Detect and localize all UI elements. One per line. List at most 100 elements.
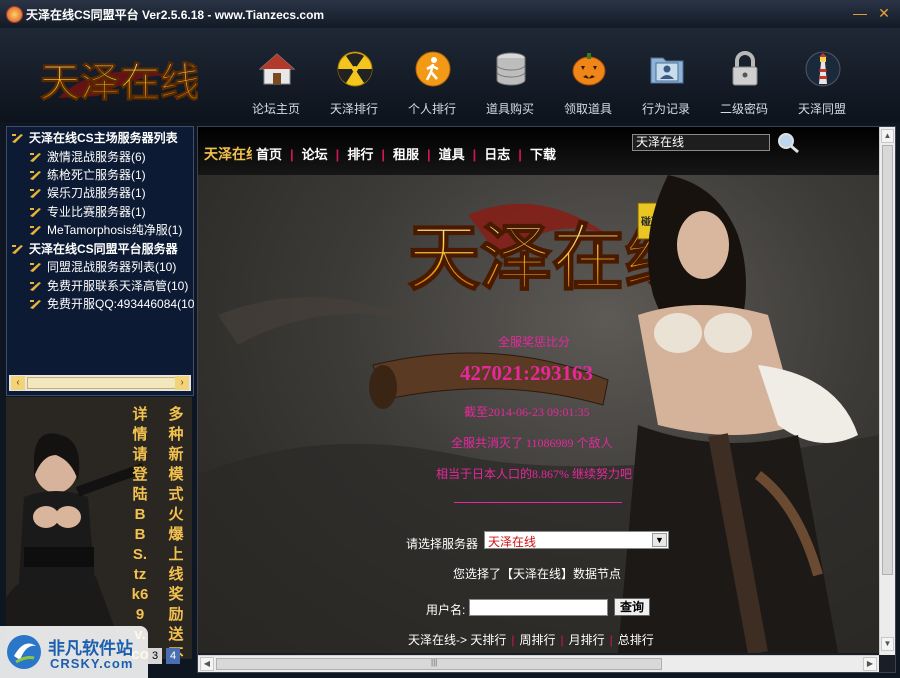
tree-item-label: 专业比赛服务器(1)	[47, 205, 146, 219]
main-horizontal-scrollbar[interactable]: ◀ ||| ▶	[198, 655, 879, 672]
link-separator: |	[609, 633, 613, 647]
toolbar-label: 行为记录	[641, 102, 690, 116]
promo-soldier-illustration	[6, 397, 192, 659]
person-walking-icon	[415, 51, 451, 87]
main-vertical-scrollbar[interactable]: ▲ ▼	[879, 127, 895, 655]
tree-group-alliance-servers[interactable]: 天泽在线CS同盟平台服务器	[11, 240, 178, 258]
site-navbar: 天泽在线 首页 | 论坛 | 排行 | 租服 | 道具 | 日志 | 下载 天泽在线	[198, 127, 879, 175]
rifle-icon	[30, 171, 41, 180]
nav-home[interactable]: 首页	[256, 147, 282, 162]
scroll-thumb[interactable]	[27, 377, 177, 389]
search-icon[interactable]	[776, 132, 800, 154]
page-3-button[interactable]: 3	[148, 648, 162, 664]
rifle-icon	[30, 263, 41, 272]
tree-item-label: 免费开服联系天泽高管(10)	[47, 279, 189, 293]
lighthouse-icon	[805, 51, 841, 87]
tianze-ranking-button[interactable]: 天泽排行	[318, 48, 390, 128]
ranking-prefix: 天泽在线->	[408, 633, 468, 647]
tree-group-main-servers[interactable]: 天泽在线CS主场服务器列表	[11, 129, 178, 147]
link-separator: |	[560, 633, 564, 647]
chevron-down-icon[interactable]: ▼	[652, 533, 667, 547]
rifle-icon	[30, 208, 41, 217]
search-input[interactable]: 天泽在线	[632, 134, 770, 151]
toolbar-label: 个人排行	[407, 102, 456, 116]
secondary-password-button[interactable]: 二级密码	[708, 48, 780, 128]
tree-item-free-hosting-contact[interactable]: 免费开服联系天泽高管(10)	[29, 277, 188, 295]
nav-separator: |	[426, 147, 431, 162]
database-icon	[496, 52, 526, 86]
nav-separator: |	[290, 147, 294, 162]
watermark-subtitle: CRSKY.com	[50, 656, 134, 671]
ratio-label: 全服奖惩比分	[498, 335, 571, 349]
toolbar-label: 论坛主页	[251, 102, 300, 116]
tree-item-label: 天泽在线CS主场服务器列表	[29, 131, 178, 145]
total-ranking-link[interactable]: 总排行	[618, 633, 654, 647]
nav-items[interactable]: 道具	[439, 147, 465, 162]
toolbar-label: 道具购买	[485, 102, 534, 116]
population-equivalent: 相当于日本人口的8.867% 继续努力吧	[436, 467, 632, 481]
tree-item-deathmatch[interactable]: 练枪死亡服务器(1)	[29, 166, 146, 184]
monthly-ranking-link[interactable]: 月排行	[569, 633, 605, 647]
divider-line	[454, 502, 622, 503]
toolbar-label: 二级密码	[719, 102, 768, 116]
close-button[interactable]: ✕	[876, 6, 892, 20]
user-folder-icon	[650, 57, 684, 84]
nav-download[interactable]: 下载	[530, 147, 556, 162]
tree-item-alliance-list[interactable]: 同盟混战服务器列表(10)	[29, 258, 176, 276]
server-tree: 天泽在线CS主场服务器列表 激情混战服务器(6) 练枪死亡服务器(1) 娱乐刀战…	[6, 126, 194, 396]
page-4-button[interactable]: 4	[166, 648, 180, 664]
title-bar: 天泽在线CS同盟平台 Ver2.5.6.18 - www.Tianzecs.co…	[0, 0, 900, 28]
lock-icon	[732, 51, 758, 86]
daily-ranking-link[interactable]: 天排行	[470, 633, 506, 647]
tree-item-pro-match[interactable]: 专业比赛服务器(1)	[29, 203, 146, 221]
selected-node-text: 您选择了【天泽在线】数据节点	[453, 567, 622, 581]
tree-item-label: MeTamorphosis纯净服(1)	[47, 223, 183, 237]
vertical-scroll-thumb[interactable]	[882, 145, 893, 575]
scroll-down-button[interactable]: ▼	[881, 637, 894, 651]
scroll-right-button[interactable]: ▶	[863, 657, 877, 671]
forum-home-button[interactable]: 论坛主页	[240, 48, 312, 128]
tree-item-label: 练枪死亡服务器(1)	[47, 168, 146, 182]
toolbar-label: 领取道具	[563, 102, 612, 116]
tree-horizontal-scrollbar[interactable]: ‹ ›	[9, 375, 191, 391]
link-separator: |	[511, 633, 515, 647]
rifle-icon	[12, 134, 23, 143]
activity-log-button[interactable]: 行为记录	[630, 48, 702, 128]
tree-item-free-hosting-qq[interactable]: 免费开服QQ:493446084(10	[29, 295, 194, 313]
nav-rent-server[interactable]: 租服	[393, 147, 419, 162]
tianze-alliance-button[interactable]: 天泽同盟	[786, 48, 858, 128]
personal-ranking-button[interactable]: 个人排行	[396, 48, 468, 128]
tree-item-knife-battle[interactable]: 娱乐刀战服务器(1)	[29, 184, 146, 202]
rifle-icon	[30, 226, 41, 235]
kill-count: 全服共消灭了 11086989 个敌人	[451, 436, 613, 450]
weekly-ranking-link[interactable]: 周排行	[520, 633, 556, 647]
nav-separator: |	[518, 147, 522, 162]
query-button[interactable]: 查询	[614, 598, 650, 616]
nav-log[interactable]: 日志	[484, 147, 510, 162]
scroll-right-button[interactable]: ›	[175, 376, 189, 390]
scroll-up-button[interactable]: ▲	[881, 129, 894, 143]
nav-ranking[interactable]: 排行	[347, 147, 373, 162]
nav-forum[interactable]: 论坛	[302, 147, 328, 162]
server-select[interactable]: 天泽在线 ▼	[484, 531, 669, 549]
tree-item-metamorphosis[interactable]: MeTamorphosis纯净服(1)	[29, 221, 182, 239]
minimize-button[interactable]: —	[852, 6, 868, 20]
scroll-grip: |||	[431, 658, 438, 667]
as-of-timestamp: 截至2014-06-23 09:01:35	[464, 405, 590, 419]
brand-logo: 天泽在线	[40, 60, 199, 106]
buy-items-button[interactable]: 道具购买	[474, 48, 546, 128]
scroll-left-button[interactable]: ‹	[11, 376, 25, 390]
server-select-label: 请选择服务器	[406, 537, 479, 551]
promo-panel[interactable]: 多种新模式火爆上线奖励送不 详情请登陆BBS.tzk69v.com	[6, 397, 192, 659]
horizontal-scroll-thumb[interactable]: |||	[216, 658, 662, 670]
rifle-icon	[30, 282, 41, 291]
tree-item-label: 娱乐刀战服务器(1)	[47, 186, 146, 200]
tree-item-mixed-battle[interactable]: 激情混战服务器(6)	[29, 148, 146, 166]
username-label: 用户名:	[426, 603, 466, 617]
rifle-icon	[30, 153, 41, 162]
scroll-left-button[interactable]: ◀	[200, 657, 214, 671]
tree-item-label: 天泽在线CS同盟平台服务器	[29, 242, 178, 256]
username-input[interactable]	[469, 599, 608, 616]
logo-text: 天泽在线	[40, 60, 198, 105]
claim-items-button[interactable]: 领取道具	[552, 48, 624, 128]
